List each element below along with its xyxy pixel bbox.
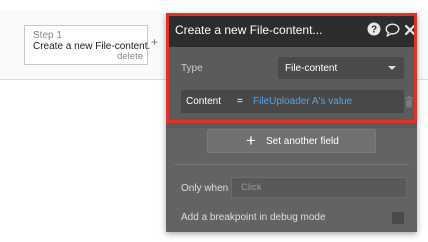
close-icon[interactable] — [404, 23, 416, 41]
editor-title: Create a new File-content... — [175, 23, 323, 37]
only-when-label: Only when — [181, 183, 229, 194]
property-editor: Create a new File-content... ? Type File… — [166, 13, 417, 232]
comment-icon[interactable] — [385, 23, 400, 42]
section-divider — [174, 164, 409, 165]
breakpoint-checkbox[interactable] — [392, 212, 404, 224]
content-equals-sign: = — [237, 96, 243, 107]
step-number: Step 1 — [33, 30, 62, 41]
add-step-button[interactable]: + — [151, 36, 158, 48]
content-field-label: Content — [186, 96, 222, 107]
only-when-input[interactable]: Click — [231, 177, 407, 198]
content-dynamic-value[interactable]: FileUploader A's value — [253, 96, 352, 107]
help-icon[interactable]: ? — [367, 22, 381, 41]
workflow-step-card[interactable]: Step 1 Create a new File-content... dele… — [24, 25, 151, 65]
set-another-field-button[interactable]: + Set another field — [207, 129, 376, 153]
content-field-row[interactable]: Content = FileUploader A's value — [181, 90, 404, 113]
plus-icon: + — [246, 131, 256, 150]
chevron-down-icon — [388, 66, 396, 70]
type-dropdown[interactable]: File-content — [278, 57, 404, 79]
svg-text:?: ? — [371, 25, 377, 36]
set-another-field-label: Set another field — [266, 136, 339, 147]
type-label: Type — [181, 63, 203, 74]
type-dropdown-value: File-content — [285, 63, 338, 74]
editor-header: Create a new File-content... ? — [166, 13, 417, 47]
step-delete-link[interactable]: delete — [117, 51, 143, 62]
trash-icon[interactable] — [404, 95, 414, 113]
breakpoint-label: Add a breakpoint in debug mode — [181, 212, 326, 223]
